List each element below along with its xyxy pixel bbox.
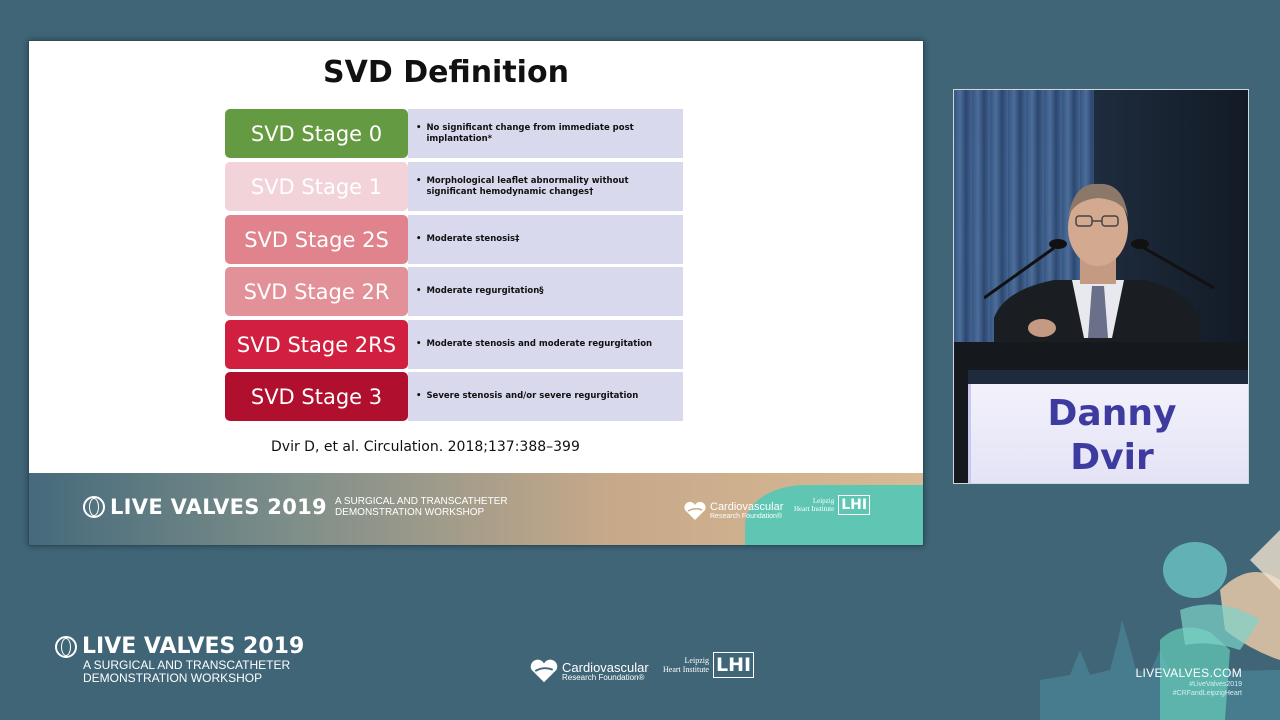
- podium-top: [954, 342, 1248, 370]
- stage-label: SVD Stage 2R: [225, 267, 408, 316]
- website-info: LIVEVALVES.COM #LiveValves2019 #CRFandLe…: [1136, 666, 1242, 698]
- bullet: •: [416, 122, 422, 133]
- event-subtitle: A SURGICAL AND TRANSCATHETER DEMONSTRATI…: [335, 496, 508, 518]
- stage-description: • No significant change from immediate po…: [408, 109, 683, 158]
- globe-icon: [83, 496, 105, 518]
- bullet: •: [416, 286, 422, 296]
- crf-logo: Cardiovascular Research Foundation®: [683, 501, 783, 521]
- stage-row-3: SVD Stage 3 • Severe stenosis and/or seve…: [225, 372, 685, 421]
- lhi-logo: Leipzig Heart Institute LHI: [794, 495, 871, 515]
- hashtag-1: #LiveValves2019: [1189, 681, 1242, 688]
- globe-icon: [55, 635, 77, 658]
- stage-row-2rs: SVD Stage 2RS • Moderate stenosis and mod…: [225, 320, 685, 369]
- stage-description-text: Moderate stenosis and moderate regurgita…: [426, 339, 653, 349]
- stage-description-text: Severe stenosis and/or severe regurgitat…: [426, 391, 639, 401]
- podium-side: [954, 370, 968, 483]
- speaker-name: Danny Dvir: [971, 392, 1248, 480]
- bullet: •: [416, 234, 422, 244]
- slide-footer-banner: LIVE VALVES 2019 A SURGICAL AND TRANSCAT…: [29, 473, 923, 545]
- speaker-figure: [984, 183, 1214, 368]
- bullet: •: [416, 391, 422, 401]
- stage-description-text: Moderate regurgitation§: [426, 286, 544, 296]
- bottom-event-subtitle-line2: DEMONSTRATION WORKSHOP: [83, 671, 263, 685]
- citation: Dvir D, et al. Circulation. 2018;137:388…: [271, 439, 580, 455]
- stage-description: • Severe stenosis and/or severe regurgita…: [408, 372, 683, 421]
- stage-row-0: SVD Stage 0 • No significant change from …: [225, 109, 685, 158]
- speaker-last-name: Dvir: [1070, 437, 1154, 478]
- bottom-lhi-mark: LHI: [712, 652, 755, 678]
- crf-name-line2: Research Foundation®: [710, 513, 783, 520]
- heart-icon: [529, 658, 559, 684]
- stage-label: SVD Stage 3: [225, 372, 408, 421]
- event-subtitle-line1: A SURGICAL AND TRANSCATHETER: [334, 496, 508, 507]
- presentation-slide: SVD Definition SVD Stage 0 • No significa…: [28, 40, 924, 546]
- bottom-lhi-line1: Leipzig: [684, 655, 709, 665]
- bottom-crf-line2: Research Foundation®: [562, 672, 645, 682]
- lhi-mark: LHI: [838, 495, 871, 515]
- lhi-name-line2: Heart Institute: [794, 505, 835, 513]
- speaker-video: Danny Dvir: [953, 89, 1249, 484]
- bottom-lhi-line2: Heart Institute: [663, 665, 709, 674]
- speaker-first-name: Danny: [1047, 393, 1177, 434]
- stage-description: • Moderate regurgitation§: [408, 267, 683, 316]
- lhi-name-line1: Leipzig: [812, 496, 835, 505]
- event-name: LIVE VALVES 2019: [110, 495, 327, 519]
- stage-row-2s: SVD Stage 2S • Moderate stenosis‡: [225, 215, 685, 264]
- bottom-crf-line1: Cardiovascular: [562, 659, 649, 675]
- stage-row-2r: SVD Stage 2R • Moderate regurgitation§: [225, 267, 685, 316]
- stage-description-text: No significant change from immediate pos…: [426, 122, 634, 144]
- stage-row-1: SVD Stage 1 • Morphological leaflet abnor…: [225, 162, 685, 211]
- event-subtitle-line2: DEMONSTRATION WORKSHOP: [334, 507, 485, 518]
- bottom-lhi-logo: Leipzig Heart Institute LHI: [663, 652, 755, 678]
- stage-label: SVD Stage 2S: [225, 215, 408, 264]
- stage-description-text: Morphological leaflet abnormality withou…: [426, 175, 629, 197]
- live-valves-logo: LIVE VALVES 2019 A SURGICAL AND TRANSCAT…: [83, 495, 508, 519]
- stage-description: • Moderate stenosis‡: [408, 215, 683, 264]
- heart-icon: [683, 501, 707, 521]
- stage-label: SVD Stage 1: [225, 162, 408, 211]
- bottom-crf-logo: Cardiovascular Research Foundation®: [529, 658, 649, 684]
- bottom-event-name: LIVE VALVES 2019: [82, 634, 305, 659]
- hashtag-2: #CRFandLeipzigHeart: [1172, 690, 1242, 697]
- stage-label: SVD Stage 0: [225, 109, 408, 158]
- website-url[interactable]: LIVEVALVES.COM: [1136, 666, 1242, 680]
- stage-description: • Morphological leaflet abnormality witho…: [408, 162, 683, 211]
- stage-description: • Moderate stenosis and moderate regurgit…: [408, 320, 683, 369]
- podium-name-sign: Danny Dvir: [968, 384, 1248, 483]
- slide-title: SVD Definition: [323, 55, 569, 90]
- bottom-event-logo: LIVE VALVES 2019 A SURGICAL AND TRANSCAT…: [55, 634, 304, 685]
- stage-label: SVD Stage 2RS: [225, 320, 408, 369]
- bullet: •: [416, 339, 422, 349]
- stage-description-text: Moderate stenosis‡: [426, 234, 520, 244]
- crf-name-line1: Cardiovascular: [710, 501, 784, 513]
- bullet: •: [416, 175, 422, 186]
